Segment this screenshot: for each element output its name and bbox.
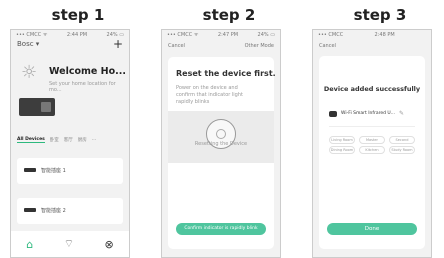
plug-icon [24,208,36,212]
step-2-title: step 2 [202,6,256,24]
bottom-nav: ⌂ ⌔ ⊗ [11,231,129,257]
status-carrier: ••• CMCC ᯤ [16,32,48,38]
home-selector[interactable]: Bosc ▾ [17,40,39,48]
room-chip[interactable]: Study Room [389,146,415,154]
status-carrier: ••• CMCC [318,32,344,38]
device-card[interactable]: 智能插座 1 [17,158,123,184]
done-button[interactable]: Done [327,223,417,235]
cancel-button[interactable]: Cancel [319,43,336,49]
room-chip[interactable]: Master Bedroom [359,136,385,144]
other-mode-button[interactable]: Other Mode [245,43,274,49]
phone-screen-added: ••• CMCC 2:48 PM Cancel Device added suc… [312,29,432,258]
home-icon[interactable]: ⌂ [26,238,33,251]
step-3-title: step 3 [353,6,407,24]
edit-name-icon[interactable]: ✎ [399,110,404,117]
sun-icon: ☼ [21,62,38,83]
add-device-button[interactable]: + [113,38,123,50]
reset-dialog: Reset the device first. Power on the dev… [168,57,276,249]
tabs-more-button[interactable]: ··· [92,138,96,143]
status-bar: ••• CMCC 2:48 PM [318,32,426,39]
welcome-heading: Welcome Ho... [49,66,126,77]
status-bar: ••• CMCC ᯤ 2:47 PM 24% ▭ [167,32,275,39]
room-chips-row-2: Dining Room Kitchen Study Room [329,146,415,154]
phone-screen-home: ••• CMCC ᯤ 2:44 PM 24% ▭ Bosc ▾ + ☼ Welc… [10,29,130,258]
device-photo [19,98,55,116]
status-time: 2:44 PM [66,32,88,38]
divider [329,126,415,127]
status-battery: 24% ▭ [257,32,275,38]
tab-kitchen[interactable]: 厨房 [78,137,87,143]
reset-illustration [168,111,274,163]
added-device-row: Wi-Fi Smart Infrared U... ✎ [329,110,404,117]
step-1-title: step 1 [51,6,105,24]
status-time: 2:47 PM [217,32,239,38]
me-icon[interactable]: ⊗ [105,238,114,251]
room-chip[interactable]: Dining Room [329,146,355,154]
room-chip[interactable]: Living Room [329,136,355,144]
room-tabs: All Devices 卧室 客厅 厨房 ··· [17,137,123,143]
status-carrier: ••• CMCC ᯤ [167,32,199,38]
room-chips-row-1: Living Room Master Bedroom Second Bedroo… [329,136,415,144]
tab-bedroom[interactable]: 卧室 [50,137,59,143]
room-chip[interactable]: Kitchen [359,146,385,154]
reset-title: Reset the device first. [176,69,276,78]
device-card-label: 智能插座 2 [41,208,66,214]
weather-subtitle[interactable]: Set your home location for mo... [49,81,125,93]
room-chip[interactable]: Second Bedroom [389,136,415,144]
reset-instructions: Power on the device and confirm that ind… [176,85,243,105]
cancel-button[interactable]: Cancel [168,43,185,49]
ir-device-icon [329,110,337,117]
status-bar: ••• CMCC ᯤ 2:44 PM 24% ▭ [16,32,124,39]
tab-living-room[interactable]: 客厅 [64,137,73,143]
phone-screen-reset: ••• CMCC ᯤ 2:47 PM 24% ▭ Cancel Other Mo… [161,29,281,258]
tab-all-devices[interactable]: All Devices [17,137,45,143]
device-name: Wi-Fi Smart Infrared U... [341,111,395,116]
success-card: Device added successfully Wi-Fi Smart In… [319,56,425,249]
device-card[interactable]: 智能插座 2 [17,198,123,224]
status-time: 2:48 PM [374,32,395,38]
illustration-caption[interactable]: Resetting the Device [168,141,274,147]
device-card-label: 智能插座 1 [41,168,66,174]
success-title: Device added successfully [323,85,421,93]
plug-icon [24,168,36,172]
wifi-icon[interactable]: ⌔ [64,237,74,251]
confirm-blink-button[interactable]: Confirm indicator is rapidly blink [176,223,266,235]
